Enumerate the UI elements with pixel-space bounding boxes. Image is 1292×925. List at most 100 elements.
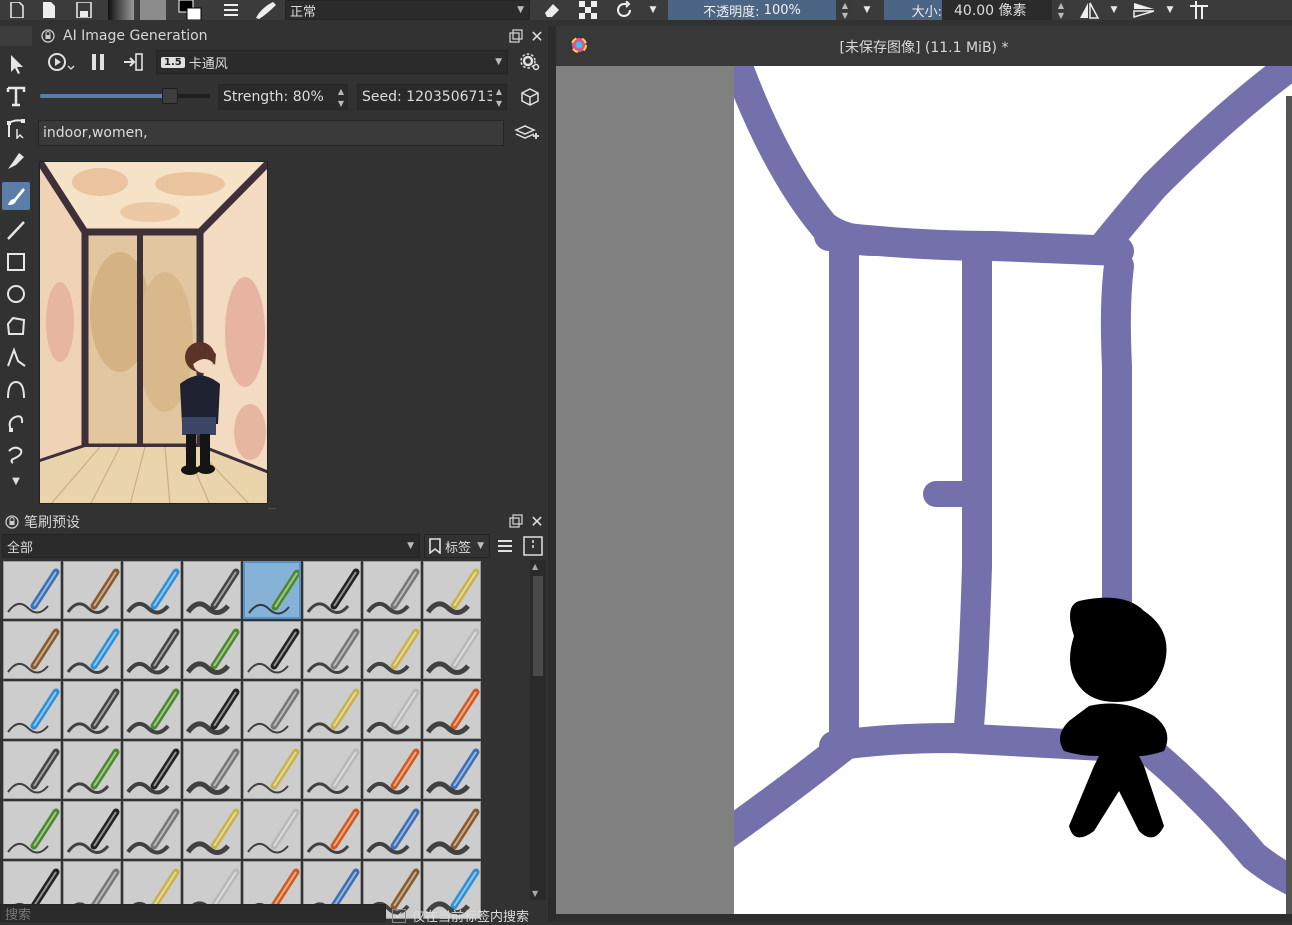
brush-preset-item[interactable] [63, 741, 121, 799]
brush-preset-item[interactable] [183, 801, 241, 859]
close-icon[interactable]: ✕ [528, 512, 546, 531]
brush-preset-item[interactable] [63, 621, 121, 679]
brush-preset-item[interactable] [363, 561, 421, 619]
scroll-down-icon[interactable]: ▼ [532, 889, 538, 898]
brush-preset-item[interactable] [183, 621, 241, 679]
style-select[interactable]: 1.5 卡通风 ▼ [156, 50, 508, 74]
brush-preset-item[interactable] [423, 561, 481, 619]
lock-icon[interactable] [4, 514, 20, 530]
brush-preset-item[interactable] [123, 741, 181, 799]
ellipse-tool[interactable] [2, 280, 30, 308]
generate-button[interactable] [46, 51, 76, 73]
strength-spinner[interactable]: ▲ ▼ [334, 85, 348, 109]
rectangle-tool[interactable] [2, 248, 30, 276]
chevron-down-icon[interactable]: ▼ [1162, 0, 1178, 20]
brush-preset-item[interactable] [243, 561, 301, 619]
brush-preset-item[interactable] [63, 681, 121, 739]
tag-button[interactable]: 标签 ▼ [424, 534, 490, 558]
close-icon[interactable]: ✕ [528, 27, 546, 46]
mirror-y-icon[interactable] [1130, 0, 1158, 20]
random-seed-icon[interactable] [518, 84, 542, 110]
brush-preset-item[interactable] [123, 681, 181, 739]
float-panel-icon[interactable] [507, 27, 525, 45]
gradient-icon[interactable] [108, 0, 134, 20]
open-document-icon[interactable] [38, 0, 60, 20]
generated-image-thumbnail[interactable] [39, 161, 268, 504]
brush-preset-item[interactable] [123, 561, 181, 619]
brush-preset-item[interactable] [3, 741, 61, 799]
prompt-input[interactable]: indoor,women, [38, 120, 504, 146]
brush-preset-item[interactable] [3, 621, 61, 679]
brush-preset-item[interactable] [423, 621, 481, 679]
polygon-tool[interactable] [2, 312, 30, 340]
brush-preset-item[interactable] [183, 561, 241, 619]
reload-icon[interactable] [612, 0, 636, 20]
scrollbar-thumb[interactable] [533, 576, 543, 676]
save-icon[interactable] [73, 0, 95, 20]
brush-preset-icon[interactable] [252, 0, 280, 20]
brush-options-icon[interactable] [521, 535, 545, 557]
seed-spinner[interactable]: ▲ ▼ [492, 85, 506, 109]
alpha-lock-icon[interactable] [576, 0, 600, 20]
freehand-brush-tool[interactable] [2, 182, 30, 210]
brush-settings-icon[interactable] [220, 0, 242, 20]
size-input[interactable]: 40.00 像素 [942, 0, 1052, 20]
pattern-icon[interactable] [140, 0, 166, 20]
brush-preset-item[interactable] [243, 681, 301, 739]
brush-grid-scrollbar[interactable]: ▲ ▼ [530, 560, 546, 900]
brush-preset-item[interactable] [303, 561, 361, 619]
brush-preset-item[interactable] [423, 741, 481, 799]
brush-preset-item[interactable] [423, 681, 481, 739]
new-document-icon[interactable] [6, 0, 28, 20]
blend-mode-select[interactable]: 正常 ▼ [285, 0, 530, 20]
brush-preset-item[interactable] [363, 801, 421, 859]
insert-layer-button[interactable] [120, 51, 146, 73]
brush-preset-item[interactable] [183, 681, 241, 739]
brush-preset-item[interactable] [123, 801, 181, 859]
strength-slider-handle[interactable] [162, 88, 178, 104]
pause-button[interactable] [88, 51, 108, 73]
fg-bg-color-icon[interactable] [176, 0, 206, 20]
brush-preset-item[interactable] [243, 621, 301, 679]
edit-shapes-tool[interactable] [2, 114, 30, 142]
view-mode-icon[interactable] [494, 535, 516, 557]
brush-preset-item[interactable] [363, 621, 421, 679]
strength-field[interactable]: Strength: 80% [218, 84, 348, 110]
scroll-up-icon[interactable]: ▲ [532, 562, 538, 571]
brush-preset-item[interactable] [303, 621, 361, 679]
seed-field[interactable]: Seed: 1203506713 [357, 84, 507, 110]
lock-icon[interactable] [40, 28, 56, 44]
drawing-canvas[interactable] [734, 66, 1292, 914]
brush-preset-item[interactable] [363, 741, 421, 799]
brush-preset-item[interactable] [183, 741, 241, 799]
brush-search-input[interactable]: 搜索 [0, 904, 386, 923]
brush-filter-select[interactable]: 全部 ▼ [2, 534, 420, 558]
select-shapes-tool[interactable] [2, 50, 30, 78]
chevron-down-icon[interactable]: ▼ [646, 0, 660, 20]
brush-preset-item[interactable] [303, 801, 361, 859]
size-spinner[interactable]: ▲ ▼ [1054, 0, 1068, 20]
brush-preset-item[interactable] [303, 741, 361, 799]
opacity-field[interactable]: 不透明度: 100% [668, 0, 836, 20]
brush-preset-item[interactable] [63, 801, 121, 859]
brush-preset-item[interactable] [123, 621, 181, 679]
search-current-tag-checkbox[interactable]: ✓ 仅在当前标签内搜索 [392, 906, 529, 925]
chevron-down-icon[interactable]: ▼ [1106, 0, 1122, 20]
size-field[interactable]: 大小: [884, 0, 942, 20]
line-tool[interactable] [2, 216, 30, 244]
brush-preset-item[interactable] [3, 801, 61, 859]
strength-slider-track[interactable] [40, 94, 210, 98]
text-tool[interactable] [2, 82, 30, 110]
brush-preset-item[interactable] [3, 681, 61, 739]
opacity-spinner[interactable]: ▲ ▼ [838, 0, 852, 20]
eraser-icon[interactable] [540, 0, 564, 20]
more-tools-button[interactable]: ▼ [2, 470, 30, 492]
mirror-x-icon[interactable] [1076, 0, 1102, 20]
brush-preset-item[interactable] [63, 561, 121, 619]
calligraphy-tool[interactable] [2, 146, 30, 174]
control-layers-icon[interactable] [512, 120, 542, 146]
brush-preset-item[interactable] [3, 561, 61, 619]
settings-icon[interactable] [518, 51, 542, 73]
brush-preset-item[interactable] [423, 801, 481, 859]
polyline-tool[interactable] [2, 344, 30, 372]
